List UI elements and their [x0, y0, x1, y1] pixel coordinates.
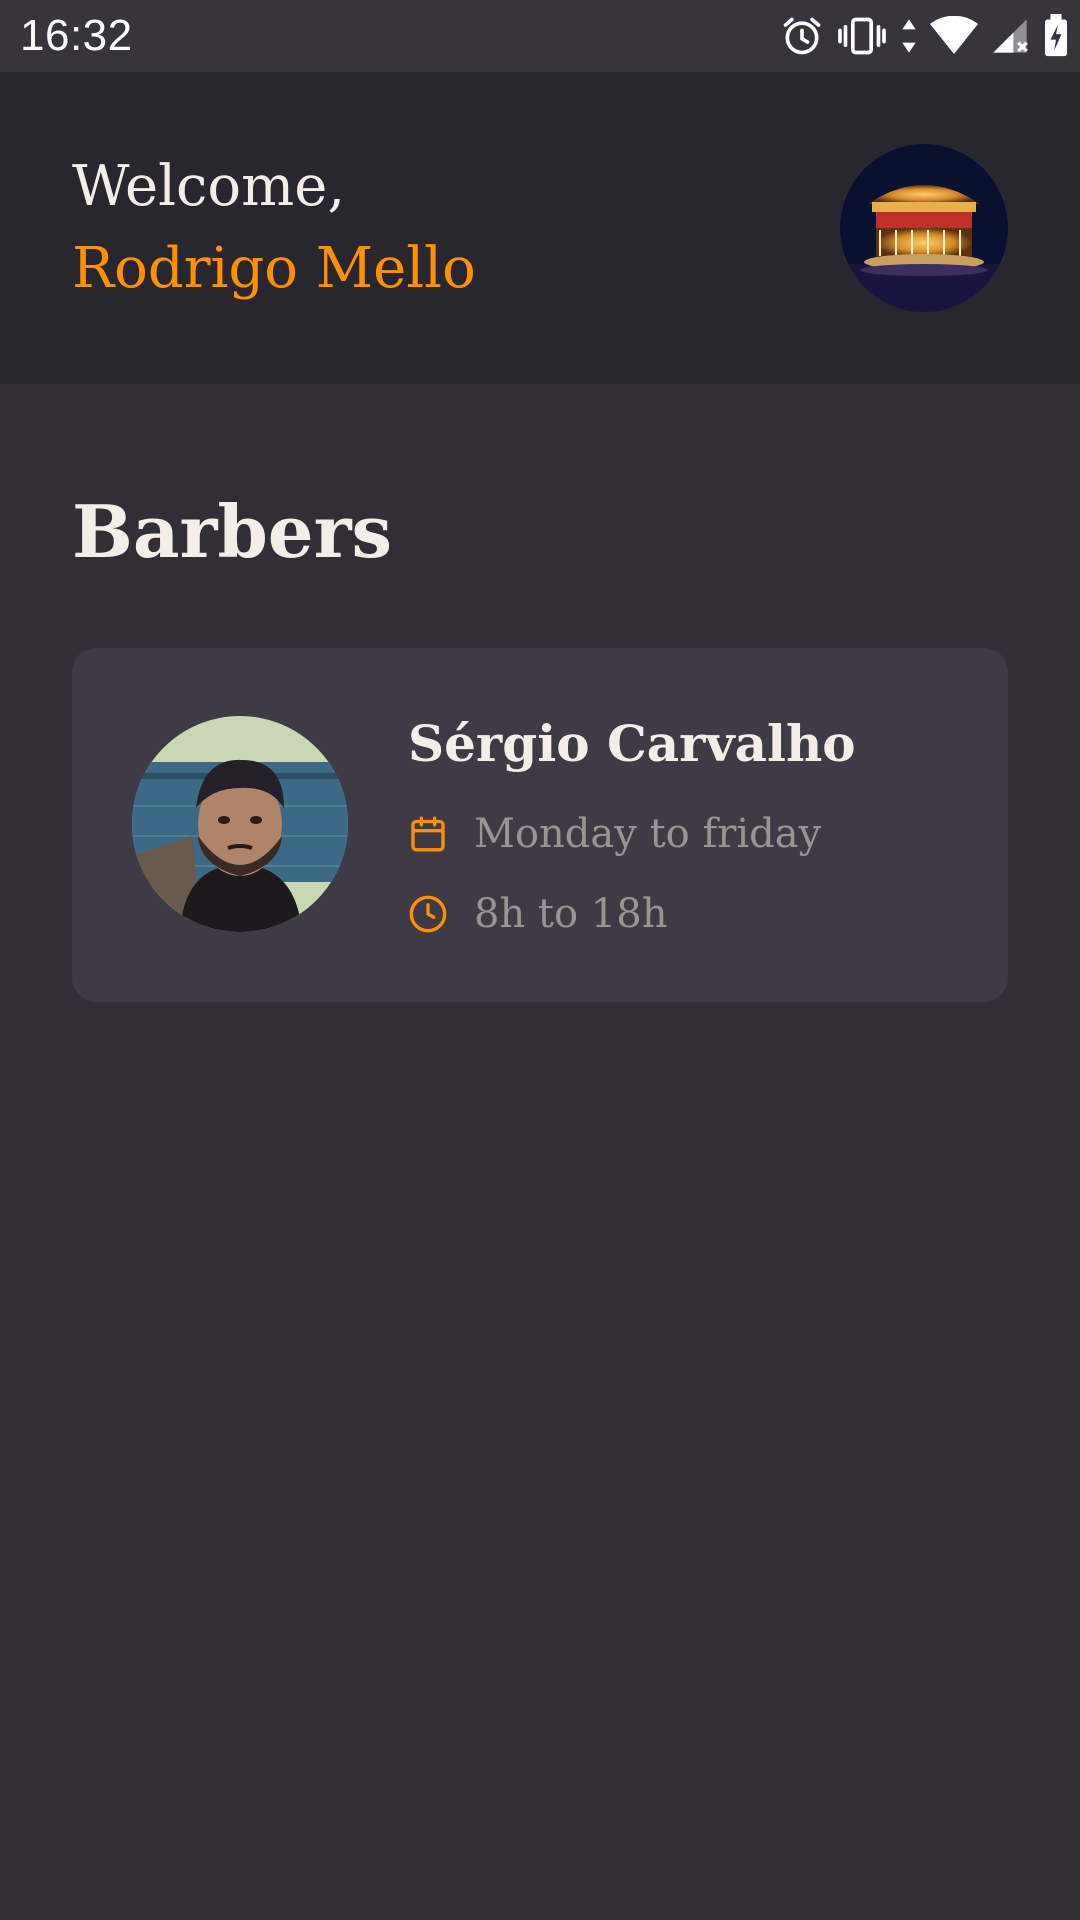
- status-icons: [780, 0, 1070, 72]
- section-title: Barbers: [72, 489, 393, 574]
- barber-avatar: [132, 716, 348, 932]
- profile-avatar[interactable]: [840, 144, 1008, 312]
- vibrate-icon: [838, 17, 886, 55]
- calendar-icon: [411, 816, 445, 852]
- alarm-icon: [783, 17, 821, 55]
- barber-hours-row: 8h to 18h: [408, 884, 667, 944]
- barber-hours: 8h to 18h: [474, 891, 668, 937]
- barber-name: Sérgio Carvalho: [408, 714, 856, 773]
- header: Welcome, Rodrigo Mello: [0, 72, 1080, 384]
- wifi-icon: [930, 16, 978, 54]
- cell-signal-icon: [993, 19, 1028, 53]
- barber-days: Monday to friday: [474, 811, 822, 857]
- data-arrows-icon: [902, 19, 916, 53]
- clock-icon: [409, 895, 447, 933]
- status-bar: 16:32: [0, 0, 1080, 72]
- status-time: 16:32: [20, 11, 133, 60]
- welcome-label: Welcome,: [72, 154, 346, 219]
- barber-card[interactable]: Sérgio Carvalho Monday to friday 8h to 1…: [72, 648, 1008, 1002]
- battery-charging-icon: [1045, 14, 1067, 57]
- barber-days-row: Monday to friday: [408, 804, 821, 864]
- user-name: Rodrigo Mello: [72, 236, 476, 301]
